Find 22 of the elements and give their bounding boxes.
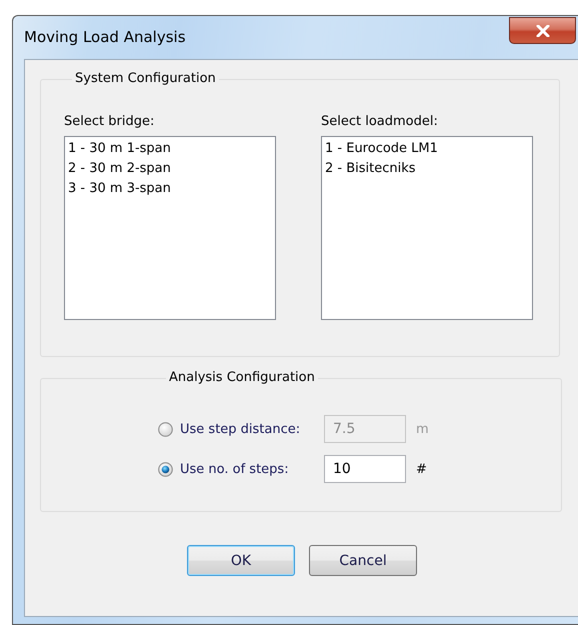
list-label: Select bridge: <box>64 114 154 131</box>
list-item[interactable]: 3 - 30 m 3-span <box>67 179 172 199</box>
option-label: Use step distance: <box>180 422 302 436</box>
list-item[interactable]: 1 - 30 m 1-span <box>67 139 172 159</box>
list-item[interactable]: 1 - Eurocode LM1 <box>324 139 439 159</box>
unit-label: # <box>416 462 427 476</box>
window-title: Moving Load Analysis <box>24 28 186 46</box>
list-item[interactable]: 2 - 30 m 2-span <box>67 159 172 179</box>
radio-button[interactable] <box>158 462 173 476</box>
close-icon <box>536 24 550 36</box>
close-button[interactable] <box>509 17 576 44</box>
dialog-button[interactable]: OK <box>187 545 295 576</box>
group-title: System Configuration <box>74 70 217 88</box>
group-title: Analysis Configuration <box>168 369 316 387</box>
dialog-button[interactable]: Cancel <box>309 545 417 576</box>
list-label: Select loadmodel: <box>321 114 438 131</box>
unit-label: m <box>416 422 429 436</box>
input-field[interactable]: 10 <box>324 455 406 483</box>
list-box[interactable]: 1 - Eurocode LM1 2 - Bisitecniks <box>321 136 533 320</box>
option-label: Use no. of steps: <box>180 462 290 476</box>
list-item[interactable]: 2 - Bisitecniks <box>324 159 417 179</box>
list-box[interactable]: 1 - 30 m 1-span 2 - 30 m 2-span 3 - 30 m 3-span <box>64 136 276 320</box>
